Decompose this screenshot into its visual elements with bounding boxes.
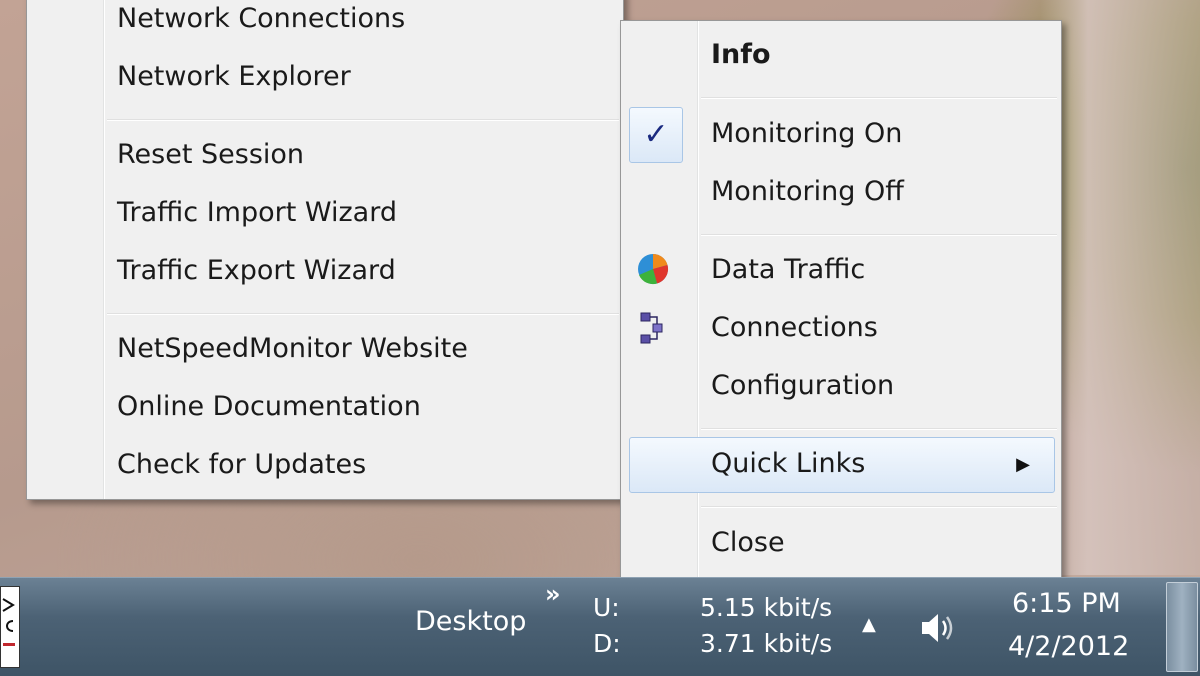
menu-item-check-for-updates[interactable]: Check for Updates [117,441,366,489]
network-connections-icon [635,311,675,351]
submenu-arrow-icon: ▶ [1016,454,1030,475]
clock-date[interactable]: 4/2/2012 [1008,631,1129,662]
menu-item-network-connections[interactable]: Network Connections [117,0,405,43]
menu-item-netspeedmonitor-website[interactable]: NetSpeedMonitor Website [117,325,468,373]
menu-item-close[interactable]: Close [711,519,785,567]
menu-item-reset-session[interactable]: Reset Session [117,131,304,179]
menu-item-quick-links[interactable]: Quick Links [711,440,865,488]
desktop-toolbar-label[interactable]: Desktop [415,606,526,637]
taskbar-app-icon[interactable] [0,586,20,668]
menu-separator [107,119,619,121]
pie-chart-icon [635,251,675,291]
menu-item-data-traffic[interactable]: Data Traffic [711,246,865,294]
upload-speed[interactable]: 5.15 kbit/s [700,593,832,622]
download-label: D: [593,629,621,658]
menu-item-monitoring-off[interactable]: Monitoring Off [711,168,904,216]
menu-gutter [103,0,105,499]
menu-separator [107,313,619,315]
show-desktop-button[interactable] [1166,582,1198,672]
toolbar-chevron-icon[interactable]: » [545,580,561,608]
download-speed[interactable]: 3.71 kbit/s [700,629,832,658]
menu-item-online-documentation[interactable]: Online Documentation [117,383,421,431]
menu-separator [701,506,1057,508]
clock-time[interactable]: 6:15 PM [1012,588,1121,619]
menu-gutter [697,21,699,578]
menu-separator [701,234,1057,236]
menu-item-traffic-export-wizard[interactable]: Traffic Export Wizard [117,247,396,295]
menu-item-configuration[interactable]: Configuration [711,362,894,410]
monitoring-on-check-box: ✓ [629,107,683,163]
desktop-wallpaper [1040,0,1200,575]
checkmark-icon: ✓ [643,117,669,152]
tray-expand-icon[interactable]: ▲ [862,614,876,635]
menu-item-network-explorer[interactable]: Network Explorer [117,53,351,101]
menu-item-monitoring-on[interactable]: Monitoring On [711,110,902,158]
menu-item-connections[interactable]: Connections [711,304,878,352]
quick-links-submenu: Network Connections Network Explorer Res… [26,0,624,500]
netspeedmonitor-context-menu: Info ✓ Monitoring On Monitoring Off Data… [620,20,1062,579]
upload-label: U: [593,593,620,622]
volume-icon[interactable] [918,610,958,646]
menu-separator [701,97,1057,99]
menu-item-info[interactable]: Info [711,31,771,79]
menu-separator [701,428,1057,430]
menu-item-traffic-import-wizard[interactable]: Traffic Import Wizard [117,189,397,237]
